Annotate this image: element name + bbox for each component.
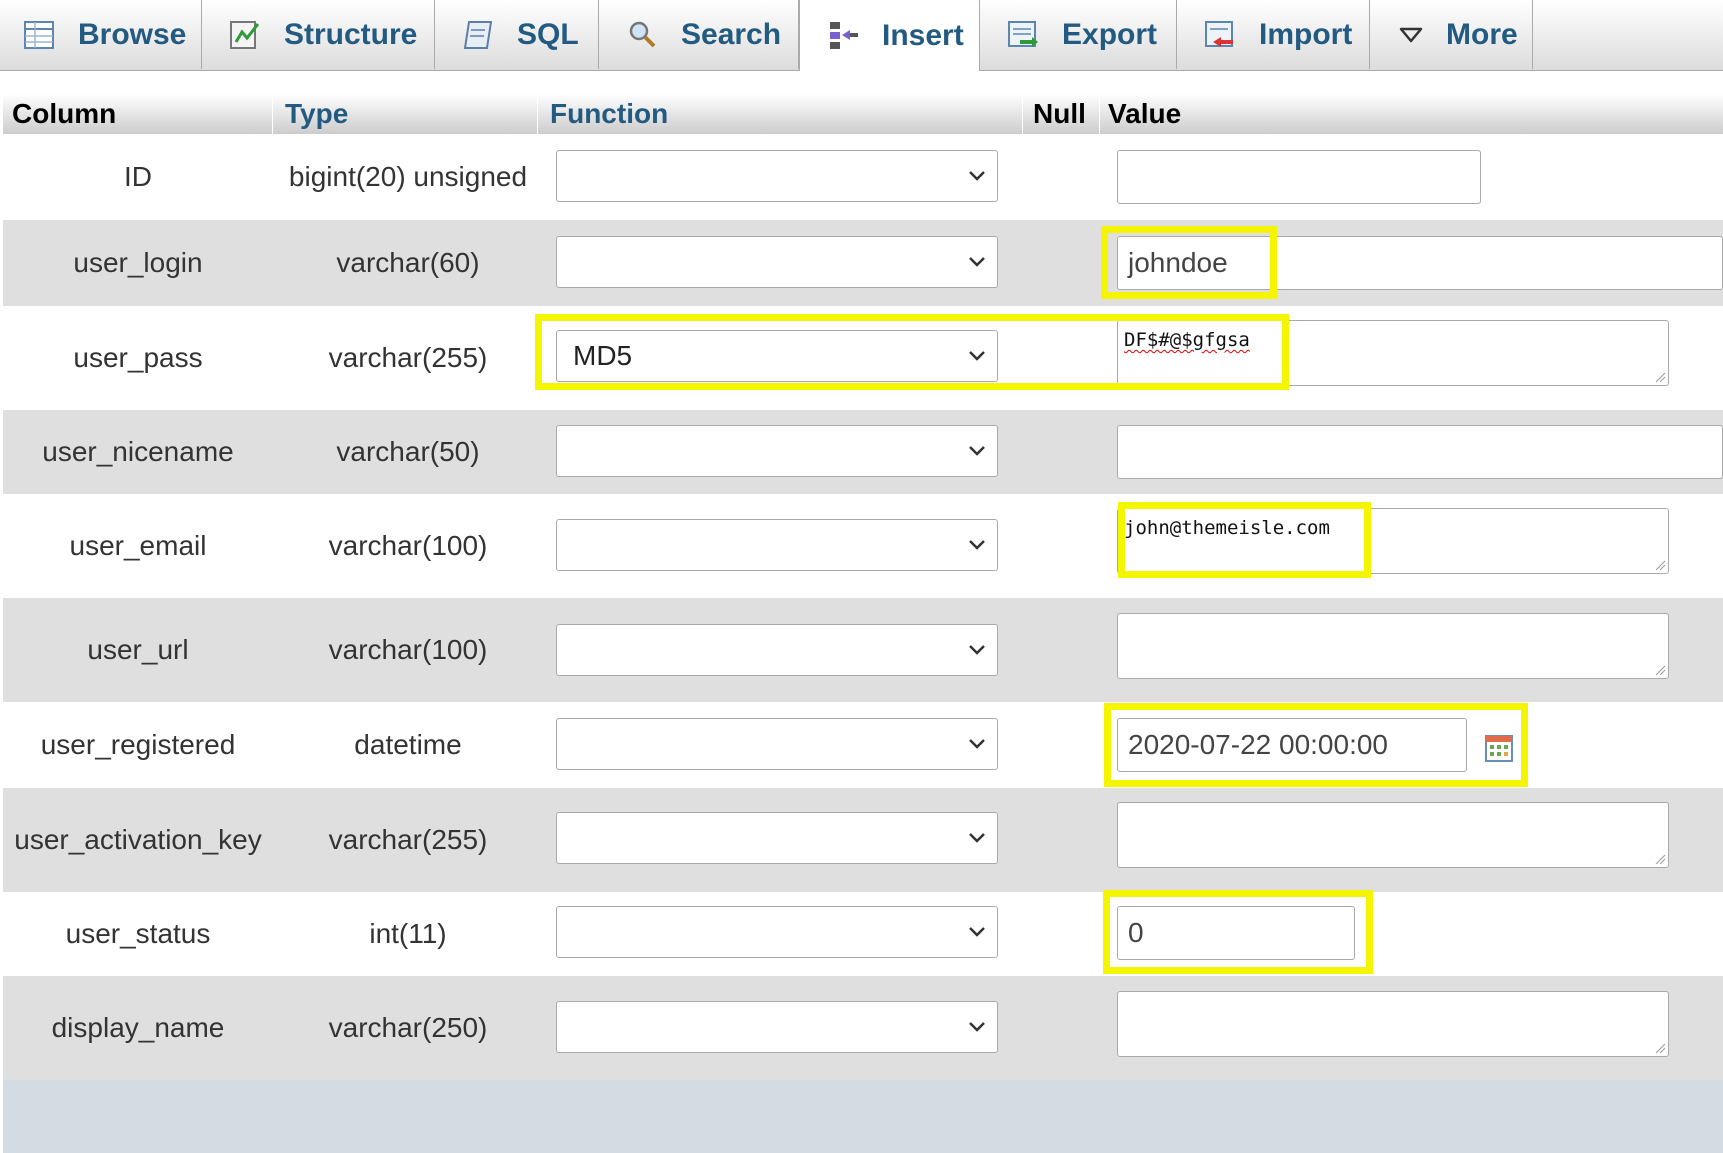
column-name: user_status (65, 918, 211, 949)
function-select[interactable] (556, 906, 998, 958)
column-type: bigint(20) unsigned (288, 161, 528, 192)
chevron-down-icon (967, 643, 987, 657)
chevron-down-icon (967, 538, 987, 552)
tab-insert[interactable]: Insert (799, 0, 980, 71)
tab-export-label: Export (1062, 17, 1158, 51)
column-type: int(11) (369, 918, 447, 949)
value-input[interactable] (1117, 150, 1481, 204)
tab-browse[interactable]: Browse (0, 0, 202, 69)
chevron-down-icon (967, 737, 987, 751)
search-icon (625, 18, 659, 52)
header-type[interactable]: Type (273, 94, 538, 134)
column-type: datetime (354, 729, 462, 760)
column-name: user_login (73, 247, 203, 278)
column-type: varchar(250) (328, 1012, 488, 1043)
function-select[interactable] (556, 425, 998, 477)
chevron-down-icon (967, 444, 987, 458)
column-name: user_nicename (42, 436, 234, 467)
sql-icon (461, 18, 495, 52)
value-textarea[interactable] (1117, 613, 1669, 679)
tab-search-label: Search (681, 17, 782, 51)
column-type: varchar(60) (336, 247, 480, 278)
tab-insert-label: Insert (882, 18, 964, 52)
header-null: Null (1023, 94, 1100, 134)
chevron-down-icon (967, 255, 987, 269)
column-name: user_url (87, 634, 189, 665)
tab-export[interactable]: Export (980, 0, 1177, 69)
header-column: Column (3, 94, 273, 134)
function-select[interactable] (556, 624, 998, 676)
column-type: varchar(255) (328, 342, 488, 373)
value-textarea[interactable]: john@themeisle.com (1117, 508, 1669, 574)
function-select[interactable] (556, 236, 998, 288)
calendar-icon[interactable] (1484, 733, 1514, 763)
tab-import-label: Import (1259, 17, 1353, 51)
header-function[interactable]: Function (538, 94, 1023, 134)
browse-icon (22, 18, 56, 52)
structure-icon (228, 18, 262, 52)
column-name: ID (124, 161, 152, 192)
value-input[interactable] (1117, 425, 1723, 479)
table-header: Column Type Function Null Value (3, 94, 1723, 134)
datetime-input[interactable]: 2020-07-22 00:00:00 (1117, 718, 1467, 772)
tab-structure[interactable]: Structure (202, 0, 435, 69)
tab-bar: Browse Structure SQL Search Insert Expor… (0, 0, 1723, 71)
function-select-value: MD5 (573, 340, 633, 371)
tab-sql[interactable]: SQL (435, 0, 599, 69)
chevron-down-icon (967, 925, 987, 939)
chevron-down-icon (967, 169, 987, 183)
column-type: varchar(255) (328, 824, 488, 855)
tab-more[interactable]: More (1370, 0, 1533, 69)
value-textarea[interactable] (1117, 802, 1669, 868)
export-icon (1006, 18, 1040, 52)
tab-import[interactable]: Import (1177, 0, 1370, 69)
column-name: user_email (69, 530, 207, 561)
function-select[interactable] (556, 150, 998, 202)
column-type: varchar(50) (336, 436, 480, 467)
column-name: user_registered (40, 729, 236, 760)
function-select[interactable] (556, 1001, 998, 1053)
tab-structure-label: Structure (284, 17, 418, 51)
function-select[interactable] (556, 519, 998, 571)
function-select[interactable]: MD5 (556, 330, 998, 382)
triangle-down-icon (1398, 22, 1424, 48)
insert-icon (826, 19, 860, 53)
resize-grip-icon[interactable] (1654, 853, 1666, 865)
chevron-down-icon (967, 1020, 987, 1034)
tab-search[interactable]: Search (599, 0, 799, 69)
value-textarea[interactable]: DF$#@$gfgsa (1117, 320, 1669, 386)
header-value: Value (1108, 98, 1182, 129)
tab-browse-label: Browse (78, 17, 187, 51)
column-name: user_pass (73, 342, 203, 373)
chevron-down-icon (967, 349, 987, 363)
function-select[interactable] (556, 718, 998, 770)
import-icon (1203, 18, 1237, 52)
column-type: varchar(100) (328, 530, 488, 561)
function-select[interactable] (556, 812, 998, 864)
value-textarea[interactable] (1117, 991, 1669, 1057)
resize-grip-icon[interactable] (1654, 1042, 1666, 1054)
tab-more-label: More (1446, 17, 1518, 51)
column-name: user_activation_key (14, 824, 262, 855)
form-footer (3, 1080, 1723, 1153)
tab-sql-label: SQL (517, 17, 579, 51)
chevron-down-icon (967, 831, 987, 845)
resize-grip-icon[interactable] (1654, 559, 1666, 571)
value-input[interactable]: johndoe (1117, 236, 1723, 290)
resize-grip-icon[interactable] (1654, 371, 1666, 383)
column-type: varchar(100) (328, 634, 488, 665)
column-name: display_name (51, 1012, 225, 1043)
value-input[interactable]: 0 (1117, 906, 1355, 960)
resize-grip-icon[interactable] (1654, 664, 1666, 676)
